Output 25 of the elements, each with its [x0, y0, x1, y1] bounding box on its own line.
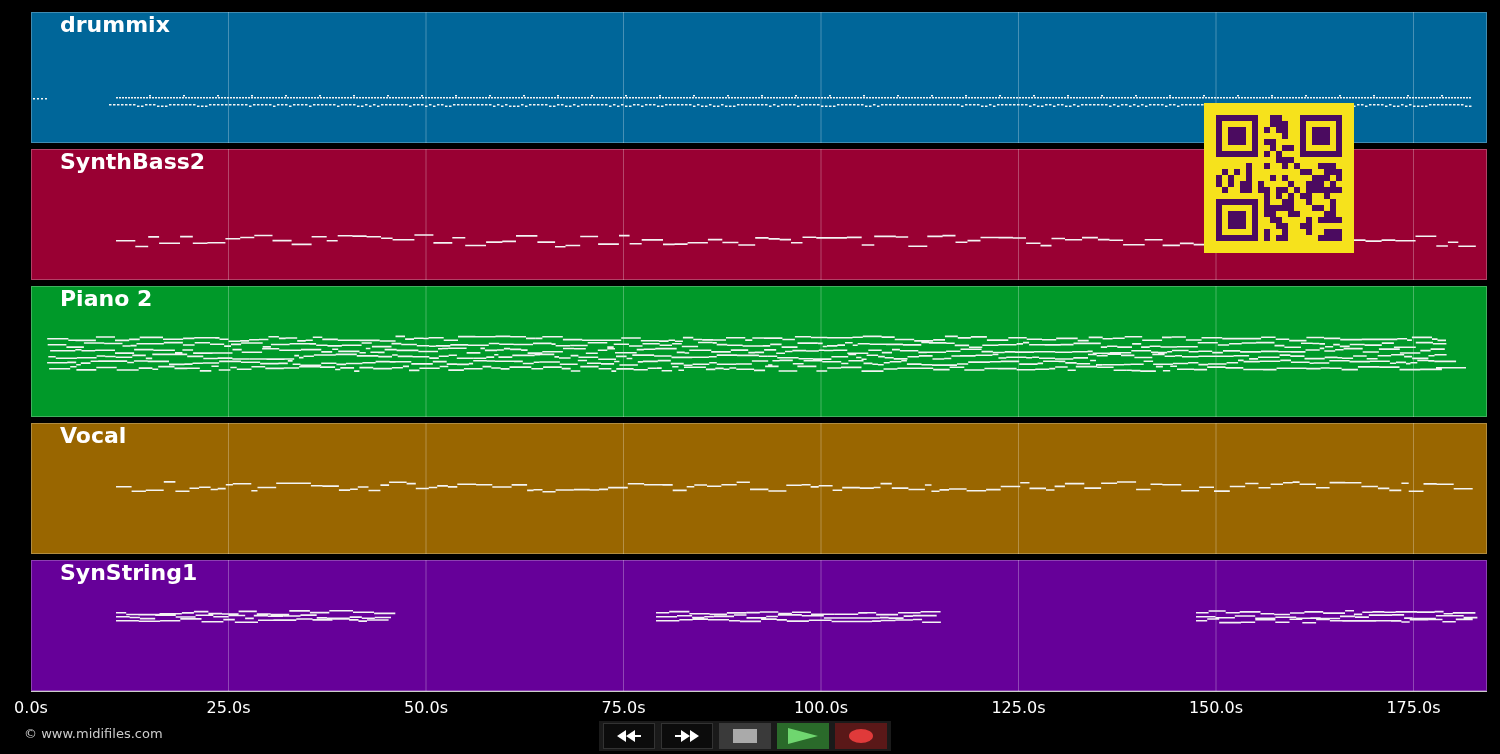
record-button[interactable]: [835, 723, 887, 749]
time-label: 175.0s: [1386, 698, 1441, 717]
stop-icon: [733, 729, 757, 743]
time-label: 0.0s: [14, 698, 48, 717]
time-label: 100.0s: [793, 698, 849, 717]
play-icon: [788, 728, 818, 744]
record-icon: [849, 729, 873, 743]
time-label: 25.0s: [206, 698, 251, 717]
time-label: 150.0s: [1188, 698, 1244, 717]
track-name: drummix: [60, 12, 170, 38]
time-label: 75.0s: [601, 698, 646, 717]
copyright-text: © www.midifiles.com: [24, 726, 163, 741]
track-name: Piano 2: [60, 286, 153, 312]
forward-button[interactable]: [661, 723, 713, 749]
time-label: 125.0s: [991, 698, 1046, 717]
time-label: 50.0s: [404, 698, 448, 717]
track-name: SynthBass2: [60, 149, 206, 175]
track-name: SynString1: [60, 560, 198, 586]
play-button[interactable]: [777, 723, 829, 749]
rewind-button[interactable]: [603, 723, 655, 749]
track-name: Vocal: [60, 423, 127, 449]
stop-button[interactable]: [719, 723, 771, 749]
fast-forward-icon: [673, 729, 701, 743]
qr-code-icon: [1204, 103, 1354, 253]
rewind-icon: [615, 729, 643, 743]
